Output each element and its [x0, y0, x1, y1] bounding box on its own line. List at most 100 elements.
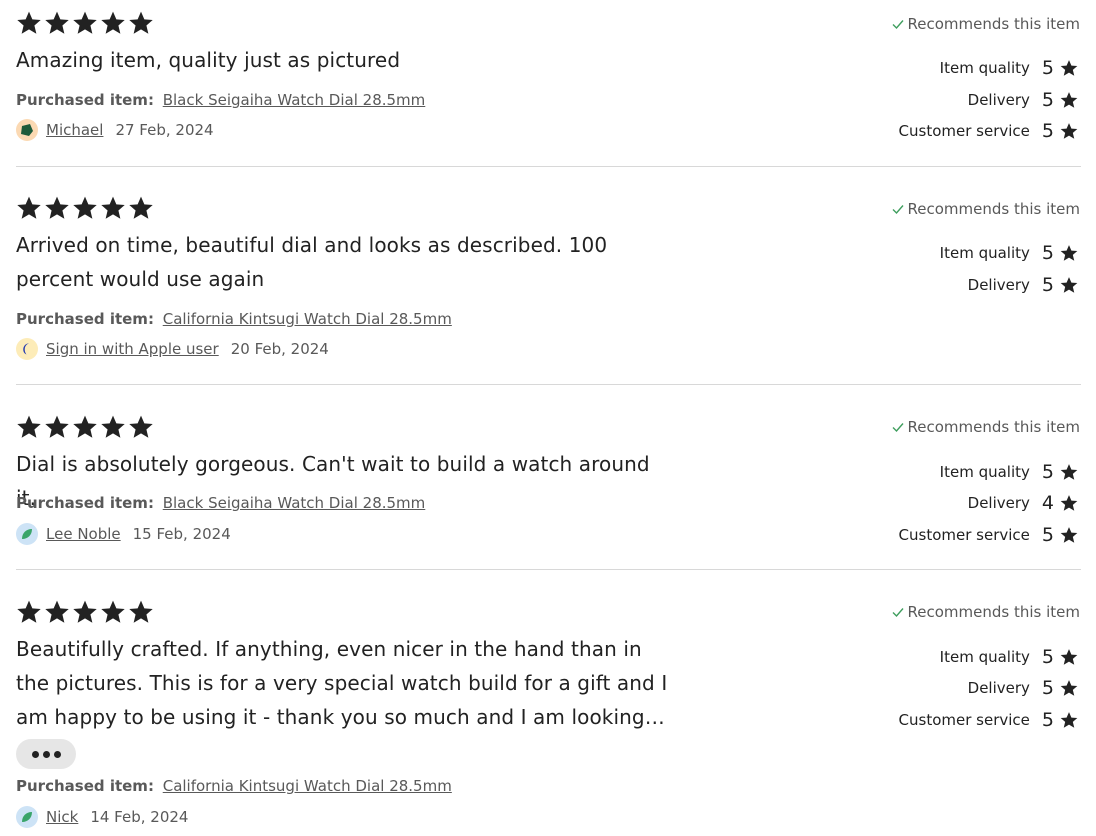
star-icon — [73, 196, 97, 219]
rating-value: 5 — [1041, 274, 1054, 296]
reviewer-name[interactable]: Sign in with Apple user — [46, 340, 219, 358]
purchased-item-link[interactable]: California Kintsugi Watch Dial 28.5mm — [163, 777, 452, 795]
star-icon — [101, 600, 125, 623]
review-date: 20 Feb, 2024 — [230, 340, 329, 358]
star-icon — [17, 600, 41, 623]
star-icon — [73, 11, 97, 34]
star-icon — [129, 600, 153, 623]
rating-row: Delivery 4 — [968, 491, 1079, 515]
star-icon — [45, 11, 69, 34]
rating-label: Item quality — [939, 59, 1030, 77]
review-card: Arrived on time, beautiful dial and look… — [16, 195, 1081, 375]
rating-value: 5 — [1041, 89, 1054, 111]
purchased-item-link[interactable]: California Kintsugi Watch Dial 28.5mm — [163, 310, 452, 328]
review-date: 27 Feb, 2024 — [115, 121, 214, 139]
reviewer-meta: Lee Noble 15 Feb, 2024 — [16, 522, 231, 546]
star-rating — [16, 10, 154, 36]
review-card: Beautifully crafted. If anything, even n… — [16, 599, 1081, 836]
rating-label: Delivery — [967, 91, 1030, 109]
reviewer-name[interactable]: Nick — [46, 808, 78, 826]
check-icon — [892, 423, 904, 433]
reviewer-name[interactable]: Michael — [46, 121, 103, 139]
star-rating — [16, 414, 154, 440]
rating-label: Customer service — [898, 526, 1030, 544]
reviewer-name[interactable]: Lee Noble — [46, 525, 121, 543]
star-icon — [45, 196, 69, 219]
green-leaf-icon[interactable] — [16, 523, 38, 545]
review-text: Amazing item, quality just as pictured — [16, 48, 401, 72]
star-icon — [1060, 712, 1078, 728]
review-card: Dial is absolutely gorgeous. Can't wait … — [16, 414, 1081, 564]
rating-value: 5 — [1041, 646, 1054, 668]
star-icon — [1060, 92, 1078, 108]
recommends-item: Recommends this item — [891, 199, 1081, 219]
rating-label: Item quality — [939, 463, 1030, 481]
purchased-item: Purchased item: Black Seigaiha Watch Dia… — [16, 493, 425, 513]
star-rating — [16, 195, 154, 221]
star-rating — [16, 599, 154, 625]
star-icon — [1060, 680, 1078, 696]
star-icon — [17, 11, 41, 34]
review-divider — [16, 384, 1081, 385]
rating-row: Item quality 5 — [940, 241, 1079, 265]
rating-label: Customer service — [898, 122, 1030, 140]
green-leaf-icon[interactable] — [16, 806, 38, 828]
check-icon — [892, 205, 904, 215]
green-pentagon-icon[interactable] — [16, 119, 38, 141]
purchased-item-label: Purchased item: — [16, 777, 154, 795]
recommends-label: Recommends this item — [907, 418, 1081, 436]
read-more-button[interactable] — [16, 739, 76, 769]
rating-value: 5 — [1041, 242, 1054, 264]
purchased-item-label: Purchased item: — [16, 310, 154, 328]
check-icon — [892, 608, 904, 618]
rating-row: Item quality 5 — [940, 460, 1079, 484]
blue-crescent-icon[interactable] — [16, 338, 38, 360]
star-icon — [129, 196, 153, 219]
purchased-item: Purchased item: Black Seigaiha Watch Dia… — [16, 90, 425, 110]
review-date: 14 Feb, 2024 — [90, 808, 189, 826]
rating-row: Item quality 5 — [940, 56, 1079, 80]
rating-row: Customer service 5 — [899, 708, 1079, 732]
star-icon — [101, 11, 125, 34]
star-icon — [17, 196, 41, 219]
rating-label: Item quality — [939, 648, 1030, 666]
recommends-label: Recommends this item — [907, 200, 1081, 218]
rating-row: Item quality 5 — [940, 645, 1079, 669]
review-card: Amazing item, quality just as pictured P… — [16, 10, 1081, 160]
purchased-item: Purchased item: California Kintsugi Watc… — [16, 309, 452, 329]
recommends-item: Recommends this item — [891, 602, 1081, 622]
star-icon — [73, 600, 97, 623]
rating-value: 4 — [1041, 492, 1054, 514]
purchased-item-link[interactable]: Black Seigaiha Watch Dial 28.5mm — [163, 91, 426, 109]
rating-row: Customer service 5 — [899, 523, 1079, 547]
reviewer-meta: Michael 27 Feb, 2024 — [16, 118, 214, 142]
recommends-label: Recommends this item — [907, 603, 1081, 621]
rating-value: 5 — [1041, 461, 1054, 483]
star-icon — [1060, 245, 1078, 261]
rating-value: 5 — [1041, 524, 1054, 546]
star-icon — [45, 600, 69, 623]
purchased-item-label: Purchased item: — [16, 91, 154, 109]
review-divider — [16, 569, 1081, 570]
rating-value: 5 — [1041, 120, 1054, 142]
star-icon — [1060, 123, 1078, 139]
star-icon — [1060, 495, 1078, 511]
rating-row: Delivery 5 — [968, 676, 1079, 700]
ellipsis-dot — [53, 750, 61, 758]
rating-value: 5 — [1041, 677, 1054, 699]
rating-row: Delivery 5 — [968, 273, 1079, 297]
star-icon — [129, 415, 153, 438]
star-icon — [1060, 649, 1078, 665]
rating-label: Item quality — [939, 244, 1030, 262]
purchased-item-label: Purchased item: — [16, 494, 154, 512]
rating-label: Delivery — [967, 276, 1030, 294]
recommends-item: Recommends this item — [891, 417, 1081, 437]
rating-label: Delivery — [967, 679, 1030, 697]
reviewer-meta: Sign in with Apple user 20 Feb, 2024 — [16, 337, 329, 361]
ellipsis-icon — [31, 750, 39, 758]
star-icon — [1060, 60, 1078, 76]
purchased-item-link[interactable]: Black Seigaiha Watch Dial 28.5mm — [163, 494, 426, 512]
recommends-label: Recommends this item — [907, 15, 1081, 33]
star-icon — [73, 415, 97, 438]
star-icon — [1060, 527, 1078, 543]
